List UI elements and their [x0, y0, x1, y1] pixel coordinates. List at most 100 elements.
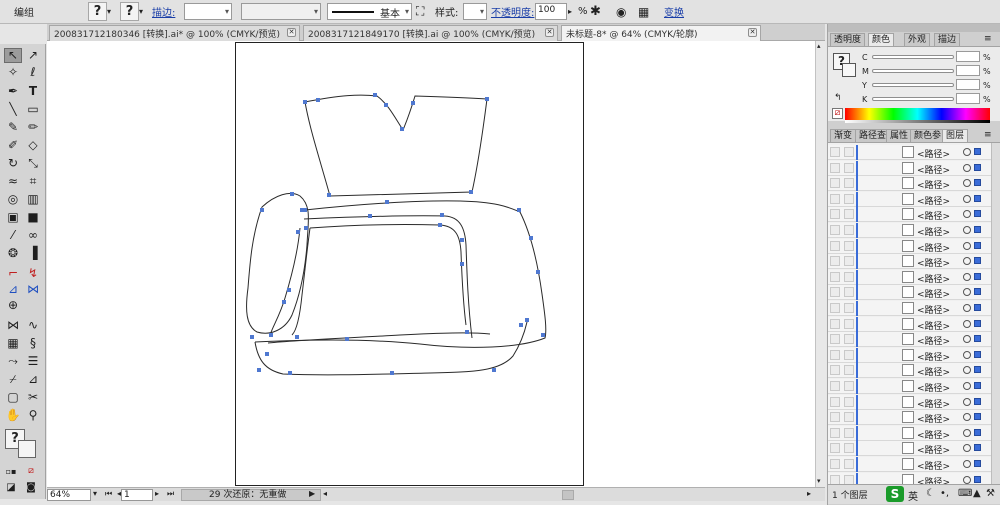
lock-toggle[interactable]	[844, 365, 854, 376]
opacity-label[interactable]: 不透明度:	[491, 3, 534, 20]
selection-indicator[interactable]	[974, 194, 981, 202]
brush-options-icon[interactable]: ⛶	[416, 3, 424, 20]
layer-row[interactable]: <路径>	[828, 223, 991, 238]
lock-toggle[interactable]	[844, 240, 854, 251]
transform-label[interactable]: 变换	[664, 3, 684, 20]
visibility-toggle[interactable]	[830, 303, 840, 313]
document-tab-1[interactable]: 20083171218034​6 [转换].ai* @ 100% (CMYK/预…	[49, 25, 300, 41]
layer-row[interactable]: <路径>	[828, 301, 991, 316]
warp-tool-icon[interactable]: ≈	[4, 174, 22, 189]
layer-row[interactable]: <路径>	[828, 410, 991, 426]
eyedropper2-tool-icon[interactable]: ⌿	[4, 372, 22, 387]
blob-brush-tool-icon[interactable]: ✐	[4, 138, 22, 153]
selection-tool-icon[interactable]: ↖	[4, 48, 22, 63]
target-icon[interactable]	[963, 475, 971, 484]
tab-appearance[interactable]: 外观	[904, 33, 931, 47]
rotate-tool-icon[interactable]: ↻	[4, 156, 22, 171]
visibility-toggle[interactable]	[830, 318, 840, 329]
eraser-tool-icon[interactable]: ◇	[24, 138, 42, 153]
target-icon[interactable]	[963, 382, 971, 390]
ime-logo-icon[interactable]: S	[886, 486, 904, 502]
last-artboard-icon[interactable]: ⏭	[167, 489, 174, 499]
grid-tool-icon[interactable]: ▦	[4, 336, 22, 351]
selection-indicator[interactable]	[974, 335, 981, 343]
visibility-toggle[interactable]	[830, 193, 840, 204]
canvas-vertical-scrollbar[interactable]: ▴ ▾	[815, 41, 826, 487]
lock-toggle[interactable]	[844, 225, 854, 235]
line-tool-icon[interactable]: ╲	[4, 102, 22, 117]
opacity-field[interactable]: 100	[535, 3, 567, 20]
blend-tool-icon[interactable]: ∞	[24, 228, 42, 243]
lasso-tool-icon[interactable]: ℓ	[24, 65, 42, 80]
wrench-icon[interactable]: ⚒	[986, 488, 995, 499]
channel-y-input[interactable]	[956, 79, 980, 90]
selection-indicator[interactable]	[974, 304, 981, 311]
channel-m-slider[interactable]	[872, 69, 954, 73]
channel-c-input[interactable]	[956, 51, 980, 62]
document-tab-3[interactable]: 未标题-8* @ 64% (CMYK/轮廓) ✕	[561, 25, 761, 41]
keyboard-icon[interactable]: ⌨	[958, 488, 972, 499]
visibility-toggle[interactable]	[830, 271, 840, 282]
magic-wand-tool-icon[interactable]: ✧	[4, 65, 22, 80]
target-icon[interactable]	[963, 288, 971, 297]
layer-row[interactable]: <路径>	[828, 191, 991, 207]
document-tab-2[interactable]: 200831712184917​0 [转换].ai @ 100% (CMYK/预…	[303, 25, 558, 41]
lock-toggle[interactable]	[844, 412, 854, 423]
layer-row[interactable]: <路径>	[828, 363, 991, 379]
status-menu-icon[interactable]: ▶	[309, 489, 315, 498]
none-swatch-icon[interactable]: ⧄	[832, 108, 843, 119]
scroll-up-icon[interactable]: ▴	[817, 42, 821, 50]
selection-indicator[interactable]	[974, 272, 981, 280]
channel-k-input[interactable]	[956, 93, 980, 104]
isolate-icon[interactable]: ◉	[616, 3, 626, 20]
lock-toggle[interactable]	[844, 396, 854, 407]
symbol-sprayer-tool-icon[interactable]: ❂	[4, 246, 22, 261]
scroll-down-icon[interactable]: ▾	[817, 477, 821, 485]
free-transform-tool-icon[interactable]: ⌗	[24, 174, 42, 189]
selection-indicator[interactable]	[974, 241, 981, 249]
selection-indicator[interactable]	[974, 475, 981, 483]
target-icon[interactable]	[963, 148, 971, 156]
lock-toggle[interactable]	[844, 381, 854, 391]
target-icon[interactable]	[963, 428, 971, 437]
selection-indicator[interactable]	[974, 413, 981, 421]
scatter-tool-icon[interactable]: ⤳	[4, 354, 22, 369]
draw-mode-icon[interactable]: ◪	[2, 480, 20, 495]
tab-attributes[interactable]: 属性	[886, 129, 913, 143]
selection-indicator[interactable]	[974, 382, 981, 389]
tab-layers[interactable]: 图层	[942, 129, 969, 143]
selection-indicator[interactable]	[974, 210, 981, 218]
visibility-toggle[interactable]	[830, 349, 840, 360]
opacity-dropdown-icon[interactable]: ▸	[568, 3, 572, 20]
target-icon[interactable]	[963, 226, 971, 234]
lock-toggle[interactable]	[844, 271, 854, 282]
scroll-right-icon[interactable]: ▸	[807, 489, 811, 498]
layer-row[interactable]: <路径>	[828, 347, 991, 363]
target-icon[interactable]	[963, 257, 971, 266]
slice-tool-icon[interactable]: ↯	[24, 266, 42, 281]
variable-width-dropdown[interactable]: ▾	[241, 3, 321, 20]
visibility-toggle[interactable]	[830, 443, 840, 454]
lock-toggle[interactable]	[844, 334, 854, 345]
visibility-toggle[interactable]	[830, 147, 840, 157]
layer-row[interactable]: <路径>	[828, 285, 991, 301]
target-icon[interactable]	[963, 272, 971, 281]
color-stroke-proxy[interactable]	[842, 63, 856, 77]
layer-row[interactable]: <路径>	[828, 160, 991, 176]
selection-indicator[interactable]	[974, 226, 981, 233]
layer-row[interactable]: <路径>	[828, 457, 991, 472]
channel-m-input[interactable]	[956, 65, 980, 76]
wave-tool-icon[interactable]: ∿	[24, 318, 42, 333]
visibility-toggle[interactable]	[830, 240, 840, 251]
recolor-icon[interactable]: ✱	[590, 3, 601, 20]
column-graph-tool-icon[interactable]: ▐	[24, 246, 42, 261]
stroke-color-swatch[interactable]	[18, 440, 36, 458]
next-artboard-icon[interactable]: ▸	[155, 489, 159, 498]
visibility-toggle[interactable]	[830, 412, 840, 423]
visibility-toggle[interactable]	[830, 427, 840, 438]
measure-tool-icon[interactable]: ⊿	[24, 372, 42, 387]
eyedropper-tool-icon[interactable]: ⁄	[4, 228, 22, 243]
crosshair-tool-icon[interactable]: ⊕	[4, 298, 22, 313]
visibility-toggle[interactable]	[830, 162, 840, 173]
visibility-toggle[interactable]	[830, 459, 840, 469]
